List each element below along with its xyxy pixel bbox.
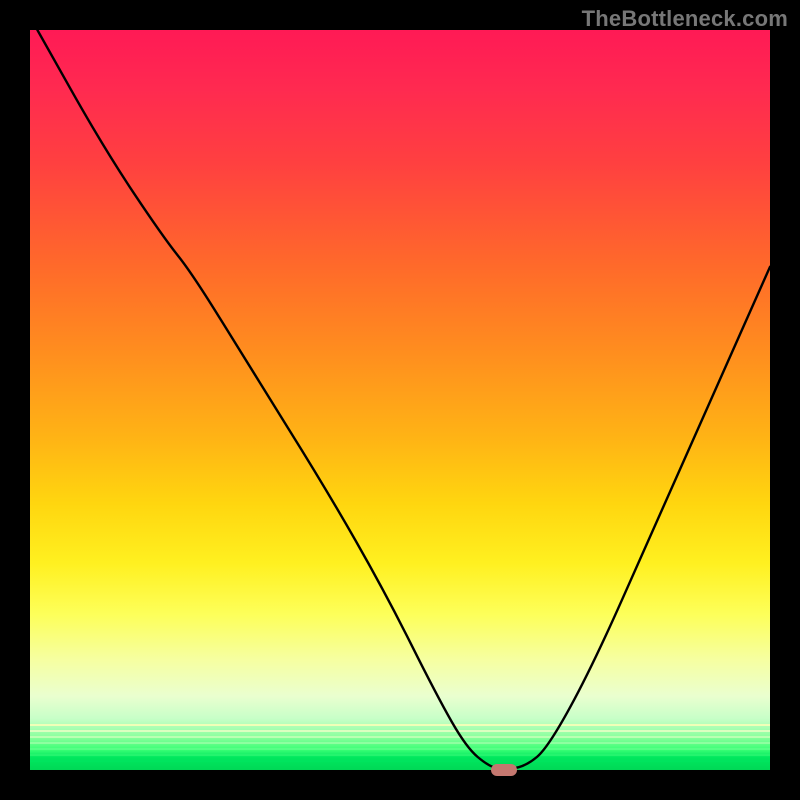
curve-path — [37, 30, 770, 769]
plot-area — [30, 30, 770, 770]
minimum-marker — [491, 764, 517, 776]
chart-stage: TheBottleneck.com — [0, 0, 800, 800]
watermark-text: TheBottleneck.com — [582, 6, 788, 32]
bottleneck-curve — [30, 30, 770, 770]
